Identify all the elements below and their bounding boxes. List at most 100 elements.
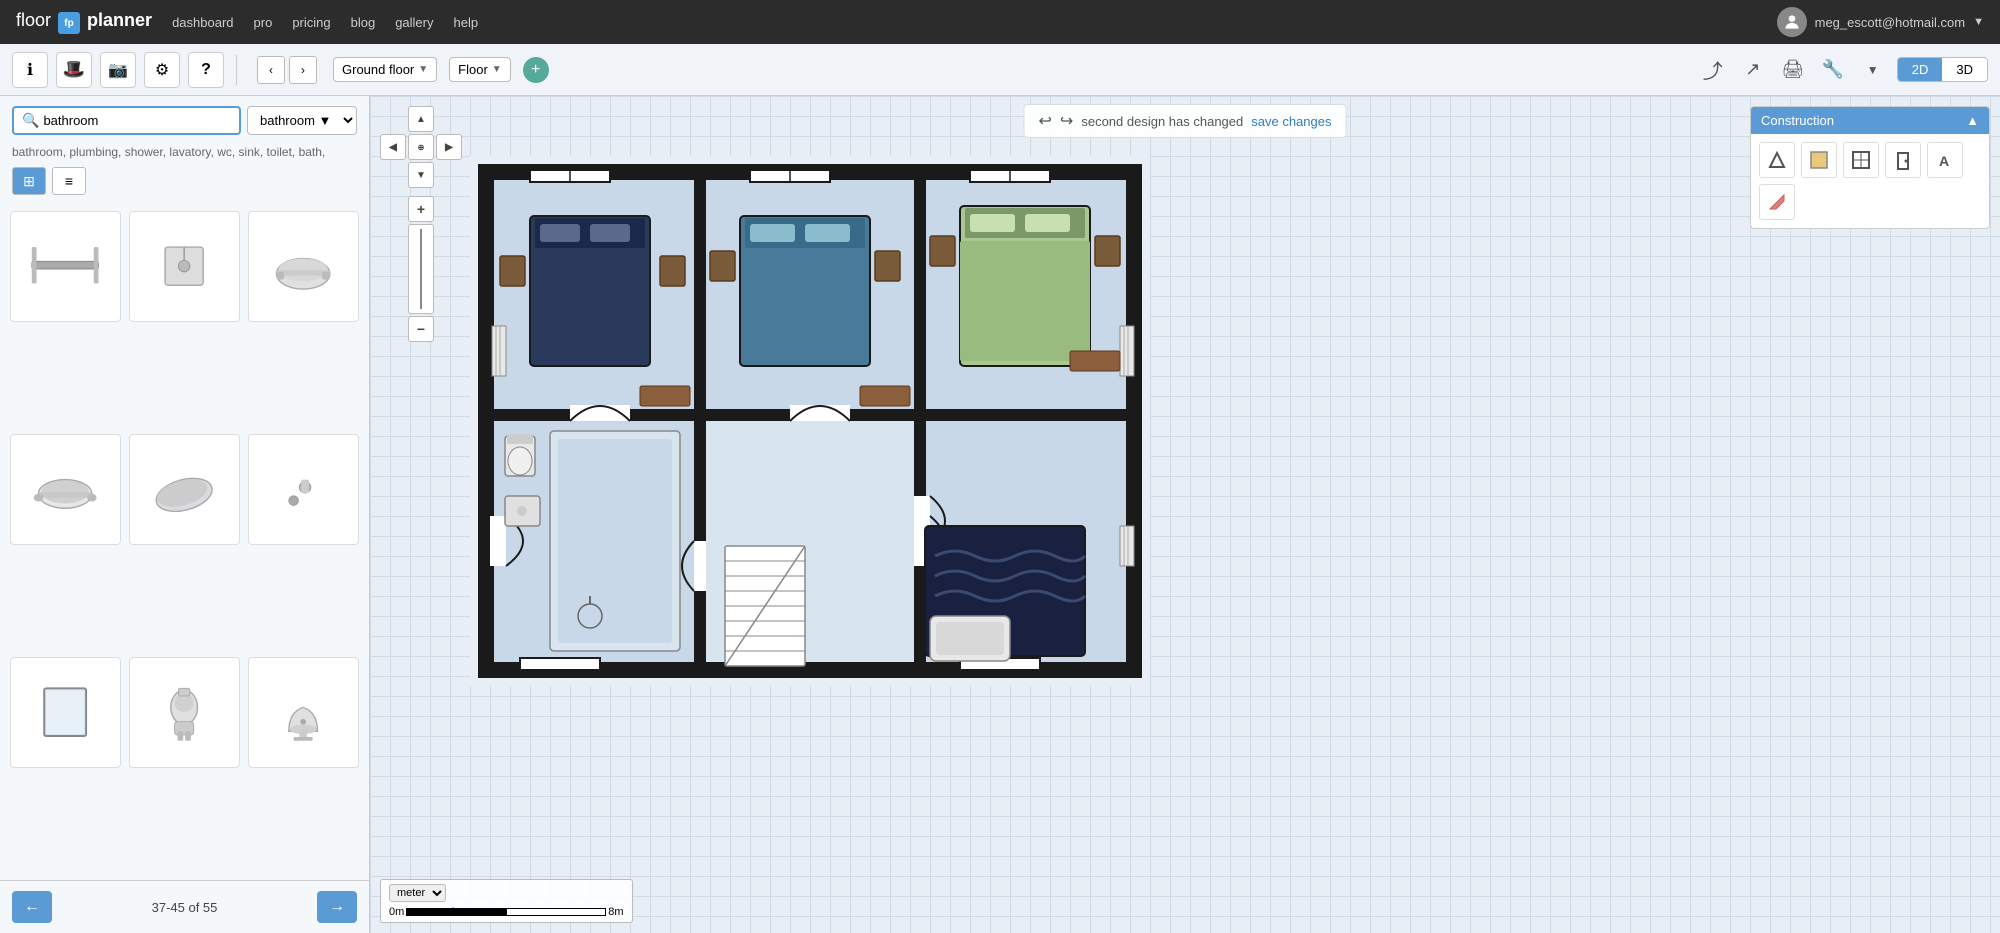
view-name: Floor [458, 62, 488, 77]
list-item[interactable] [129, 657, 240, 768]
avatar [1777, 7, 1807, 37]
nav-blog[interactable]: blog [351, 15, 376, 30]
floor-dropdown-icon: ▼ [418, 64, 428, 75]
print-button[interactable]: 🖨 [1777, 54, 1809, 86]
item-grid [0, 203, 369, 880]
floor-prev-button[interactable]: ‹ [257, 56, 285, 84]
scale-graphic: 0m 4m 8m [389, 906, 624, 918]
construction-header: Construction ▲ [1751, 107, 1989, 134]
help-button[interactable]: ? [188, 52, 224, 88]
separator [236, 55, 237, 85]
floor-plan-svg [470, 156, 1150, 686]
floor-navigation: ‹ › [257, 56, 317, 84]
pan-right-button[interactable]: ▶ [436, 134, 462, 160]
grid-view-button[interactable]: ⊞ [12, 167, 46, 195]
nav-help[interactable]: help [453, 15, 478, 30]
category-select[interactable]: bathroom ▼ [247, 106, 357, 135]
list-item[interactable] [129, 434, 240, 545]
screenshot-button[interactable]: 📷 [100, 52, 136, 88]
settings-button[interactable]: ⚙ [144, 52, 180, 88]
floor-name: Ground floor [342, 62, 414, 77]
user-email: meg_escott@hotmail.com [1815, 15, 1965, 30]
list-item[interactable] [248, 211, 359, 322]
more-button[interactable]: ▼ [1857, 54, 1889, 86]
search-bar: 🔍 bathroom ▼ [0, 96, 369, 145]
sidebar: 🔍 bathroom ▼ bathroom, plumbing, shower,… [0, 96, 370, 933]
pan-controls: ▲ ◀ ⊕ ▶ ▼ [380, 106, 462, 188]
construction-title: Construction [1761, 113, 1834, 128]
scale-0m: 0m [389, 906, 404, 918]
2d-3d-toggle: 2D 3D [1897, 57, 1988, 82]
top-navigation: floor fp planner dashboard pro pricing b… [0, 0, 2000, 44]
notification-text: second design has changed [1081, 114, 1243, 129]
toolbar-right: ⤴ ↗ 🖨 🔧 ▼ 2D 3D [1697, 54, 1988, 86]
info-button[interactable]: ℹ [12, 52, 48, 88]
text-tool-button[interactable]: A [1927, 142, 1963, 178]
search-input-wrap: 🔍 [12, 106, 241, 135]
user-section: meg_escott@hotmail.com ▼ [1777, 7, 1984, 37]
main-content: 🔍 bathroom ▼ bathroom, plumbing, shower,… [0, 96, 2000, 933]
construction-collapse-icon[interactable]: ▲ [1966, 113, 1979, 128]
export-button[interactable]: ↗ [1737, 54, 1769, 86]
view-mode-toggle: ⊞ ≡ [0, 167, 369, 203]
zoom-out-button[interactable]: − [408, 316, 434, 342]
floor-next-button[interactable]: › [289, 56, 317, 84]
prev-page-button[interactable]: ← [12, 891, 52, 923]
wrench-button[interactable]: 🔧 [1817, 54, 1849, 86]
logo[interactable]: floor fp planner [16, 10, 152, 35]
unit-select[interactable]: meter [389, 884, 446, 902]
zoom-in-button[interactable]: + [408, 196, 434, 222]
construction-tools: A [1751, 134, 1989, 228]
search-icon: 🔍 [22, 112, 39, 129]
undo-icon[interactable]: ↩ [1039, 111, 1052, 131]
search-tags: bathroom, plumbing, shower, lavatory, wc… [0, 145, 369, 167]
nav-gallery[interactable]: gallery [395, 15, 433, 30]
svg-text:A: A [1939, 153, 1949, 169]
list-item[interactable] [129, 211, 240, 322]
save-link[interactable]: save changes [1251, 114, 1331, 129]
next-page-button[interactable]: → [317, 891, 357, 923]
notification-bar: ↩ ↪ second design has changed save chang… [1024, 104, 1347, 138]
floor-tool-button[interactable] [1801, 142, 1837, 178]
pan-center-button[interactable]: ⊕ [408, 134, 434, 160]
user-dropdown-arrow[interactable]: ▼ [1973, 16, 1984, 28]
door-tool-button[interactable] [1885, 142, 1921, 178]
pan-left-button[interactable]: ◀ [380, 134, 406, 160]
pagination: ← 37-45 of 55 → [0, 880, 369, 933]
nav-pricing[interactable]: pricing [292, 15, 330, 30]
redo-icon[interactable]: ↪ [1060, 111, 1073, 131]
canvas-area[interactable]: ↩ ↪ second design has changed save chang… [370, 96, 2000, 933]
profile-button[interactable]: 🎩 [56, 52, 92, 88]
nav-dashboard[interactable]: dashboard [172, 15, 233, 30]
pan-up-button[interactable]: ▲ [408, 106, 434, 132]
view-dropdown-icon: ▼ [492, 64, 502, 75]
pan-down-button[interactable]: ▼ [408, 162, 434, 188]
zoom-ruler-line [420, 229, 422, 309]
nav-pro[interactable]: pro [254, 15, 273, 30]
floor-plan [470, 156, 1150, 686]
main-toolbar: ℹ 🎩 📷 ⚙ ? ‹ › Ground floor ▼ Floor ▼ + ⤴… [0, 44, 2000, 96]
list-item[interactable] [10, 434, 121, 545]
view-3d-button[interactable]: 3D [1942, 58, 1987, 81]
zoom-ruler [408, 224, 434, 314]
floor-selector[interactable]: Ground floor ▼ [333, 57, 437, 82]
search-input[interactable] [43, 113, 231, 128]
window-tool-button[interactable] [1843, 142, 1879, 178]
page-info: 37-45 of 55 [152, 900, 218, 915]
wall-tool-button[interactable] [1759, 142, 1795, 178]
list-item[interactable] [10, 657, 121, 768]
scale-8m: 8m [608, 906, 623, 918]
scale-bar: meter 0m 4m 8m [380, 879, 633, 923]
view-selector[interactable]: Floor ▼ [449, 57, 511, 82]
list-item[interactable] [248, 657, 359, 768]
share-button[interactable]: ⤴ [1697, 54, 1729, 86]
add-floor-button[interactable]: + [523, 57, 549, 83]
construction-panel: Construction ▲ [1750, 106, 1990, 229]
scale-4m: 4m [449, 906, 464, 918]
list-item[interactable] [10, 211, 121, 322]
view-2d-button[interactable]: 2D [1898, 58, 1943, 81]
list-item[interactable] [248, 434, 359, 545]
logo-text: floor fp planner [16, 10, 152, 35]
erase-tool-button[interactable] [1759, 184, 1795, 220]
list-view-button[interactable]: ≡ [52, 167, 86, 195]
